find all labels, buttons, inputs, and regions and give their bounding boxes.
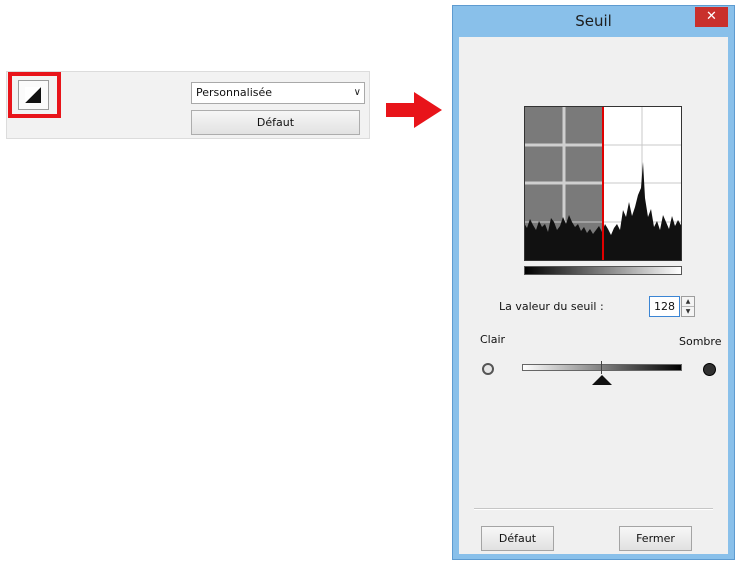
dialog-body: La valeur du seuil : 128 ▲ ▼ Clair Sombr… — [459, 37, 728, 554]
spin-down-icon[interactable]: ▼ — [682, 307, 694, 316]
histogram — [524, 106, 682, 261]
threshold-spinner[interactable]: ▲ ▼ — [681, 296, 695, 317]
light-label: Clair — [480, 333, 506, 346]
threshold-slider[interactable] — [522, 364, 682, 371]
threshold-label: La valeur du seuil : — [499, 300, 604, 313]
preset-select-value: Personnalisée — [196, 86, 273, 99]
threshold-icon — [25, 87, 41, 103]
spin-up-icon[interactable]: ▲ — [682, 297, 694, 307]
divider — [474, 508, 713, 510]
gradient-bar — [524, 266, 682, 275]
default-button[interactable]: Défaut — [191, 110, 360, 135]
dark-label: Sombre — [679, 335, 722, 348]
threshold-dialog: Seuil ✕ La valeur du seuil : 128 ▲ ▼ Cla… — [452, 5, 735, 560]
slider-handle[interactable] — [592, 375, 612, 385]
close-icon[interactable]: ✕ — [695, 7, 728, 27]
slider-center-tick — [601, 361, 602, 374]
dialog-close-button[interactable]: Fermer — [619, 526, 692, 551]
threshold-input[interactable]: 128 — [649, 296, 680, 317]
threshold-tool-button[interactable] — [18, 80, 49, 110]
dialog-title: Seuil — [575, 12, 612, 30]
chevron-down-icon: ∨ — [353, 87, 361, 98]
dialog-default-button[interactable]: Défaut — [481, 526, 554, 551]
dark-icon — [703, 363, 716, 376]
preset-select[interactable]: Personnalisée ∨ — [191, 82, 365, 104]
light-icon — [482, 363, 494, 375]
arrow-right-icon — [386, 92, 442, 128]
